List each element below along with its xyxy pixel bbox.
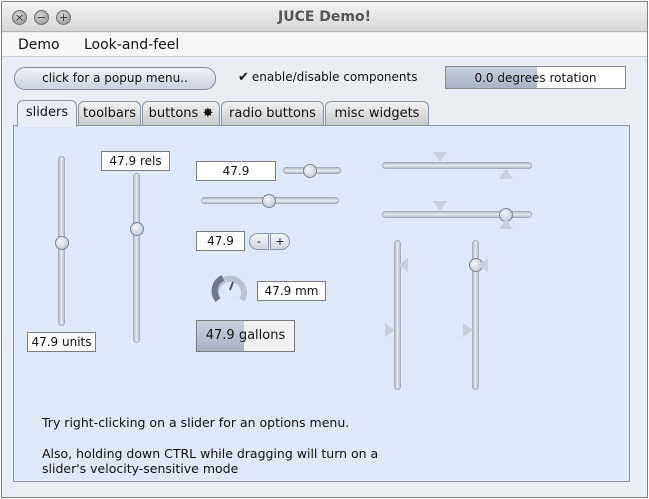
vertical-slider-rels-track[interactable]	[133, 173, 140, 343]
vertical-slider-rels-thumb[interactable]	[130, 222, 144, 236]
vertical-slider-units-thumb[interactable]	[55, 236, 69, 250]
rotary-slider-pointer	[229, 281, 234, 291]
vertical-three-value-slider-max-thumb[interactable]	[478, 258, 488, 272]
long-horizontal-slider-thumb[interactable]	[262, 194, 276, 208]
vertical-two-value-slider-min-thumb[interactable]	[385, 323, 395, 337]
menu-demo[interactable]: Demo	[18, 37, 60, 53]
decrement-button[interactable]: -	[249, 233, 269, 250]
tab-sliders[interactable]: sliders	[17, 100, 77, 127]
two-value-slider-min-thumb[interactable]	[433, 152, 447, 162]
rotation-slider[interactable]: 0.0 degrees rotation	[445, 66, 626, 89]
checkbox-label: enable/disable components	[251, 70, 418, 84]
menu-look-and-feel[interactable]: Look-and-feel	[84, 37, 179, 53]
rotary-slider-value[interactable]: 47.9 mm	[257, 281, 326, 301]
two-value-slider-max-thumb[interactable]	[499, 169, 513, 179]
horizontal-slider-thumb[interactable]	[303, 164, 317, 178]
three-value-slider-max-thumb[interactable]	[499, 219, 513, 229]
help-text-line-3: slider's velocity-sensitive mode	[42, 461, 239, 476]
enable-components-checkbox[interactable]: ✔ enable/disable components	[238, 70, 417, 85]
tab-misc-widgets[interactable]: misc widgets	[325, 101, 429, 126]
three-value-slider-min-thumb[interactable]	[433, 201, 447, 211]
vertical-slider-units-value[interactable]: 47.9 units	[27, 332, 96, 352]
vertical-two-value-slider-max-thumb[interactable]	[398, 258, 408, 272]
gallons-bar-slider[interactable]: 47.9 gallons	[196, 320, 295, 352]
two-value-slider-track[interactable]	[382, 162, 532, 169]
popup-menu-button[interactable]: click for a popup menu..	[14, 67, 216, 90]
rotary-slider[interactable]	[210, 270, 250, 308]
menu-bar: Demo Look-and-feel	[2, 33, 647, 57]
tab-buttons[interactable]: buttons ✸	[142, 101, 220, 126]
horizontal-slider-value[interactable]: 47.9	[196, 161, 276, 181]
checkmark-icon: ✔	[238, 70, 249, 85]
increment-button[interactable]: +	[270, 233, 290, 250]
tab-toolbars[interactable]: toolbars	[78, 101, 141, 126]
vertical-three-value-slider-min-thumb[interactable]	[463, 323, 473, 337]
star-burst-icon: ✸	[202, 106, 214, 121]
gallons-value: 47.9 gallons	[205, 328, 286, 343]
inc-dec-value[interactable]: 47.9	[196, 231, 245, 251]
help-text-line-2: Also, holding down CTRL while dragging w…	[42, 446, 379, 461]
window-title: JUCE Demo!	[278, 9, 371, 25]
vertical-slider-rels-value[interactable]: 47.9 rels	[101, 151, 170, 171]
help-text-line-1: Try right-clicking on a slider for an op…	[42, 415, 350, 430]
rotation-value: 0.0 degrees rotation	[474, 71, 597, 85]
title-bar[interactable]: × − + JUCE Demo!	[2, 2, 647, 32]
tab-buttons-label: buttons	[148, 106, 199, 121]
tab-radio-buttons[interactable]: radio buttons	[221, 101, 324, 126]
